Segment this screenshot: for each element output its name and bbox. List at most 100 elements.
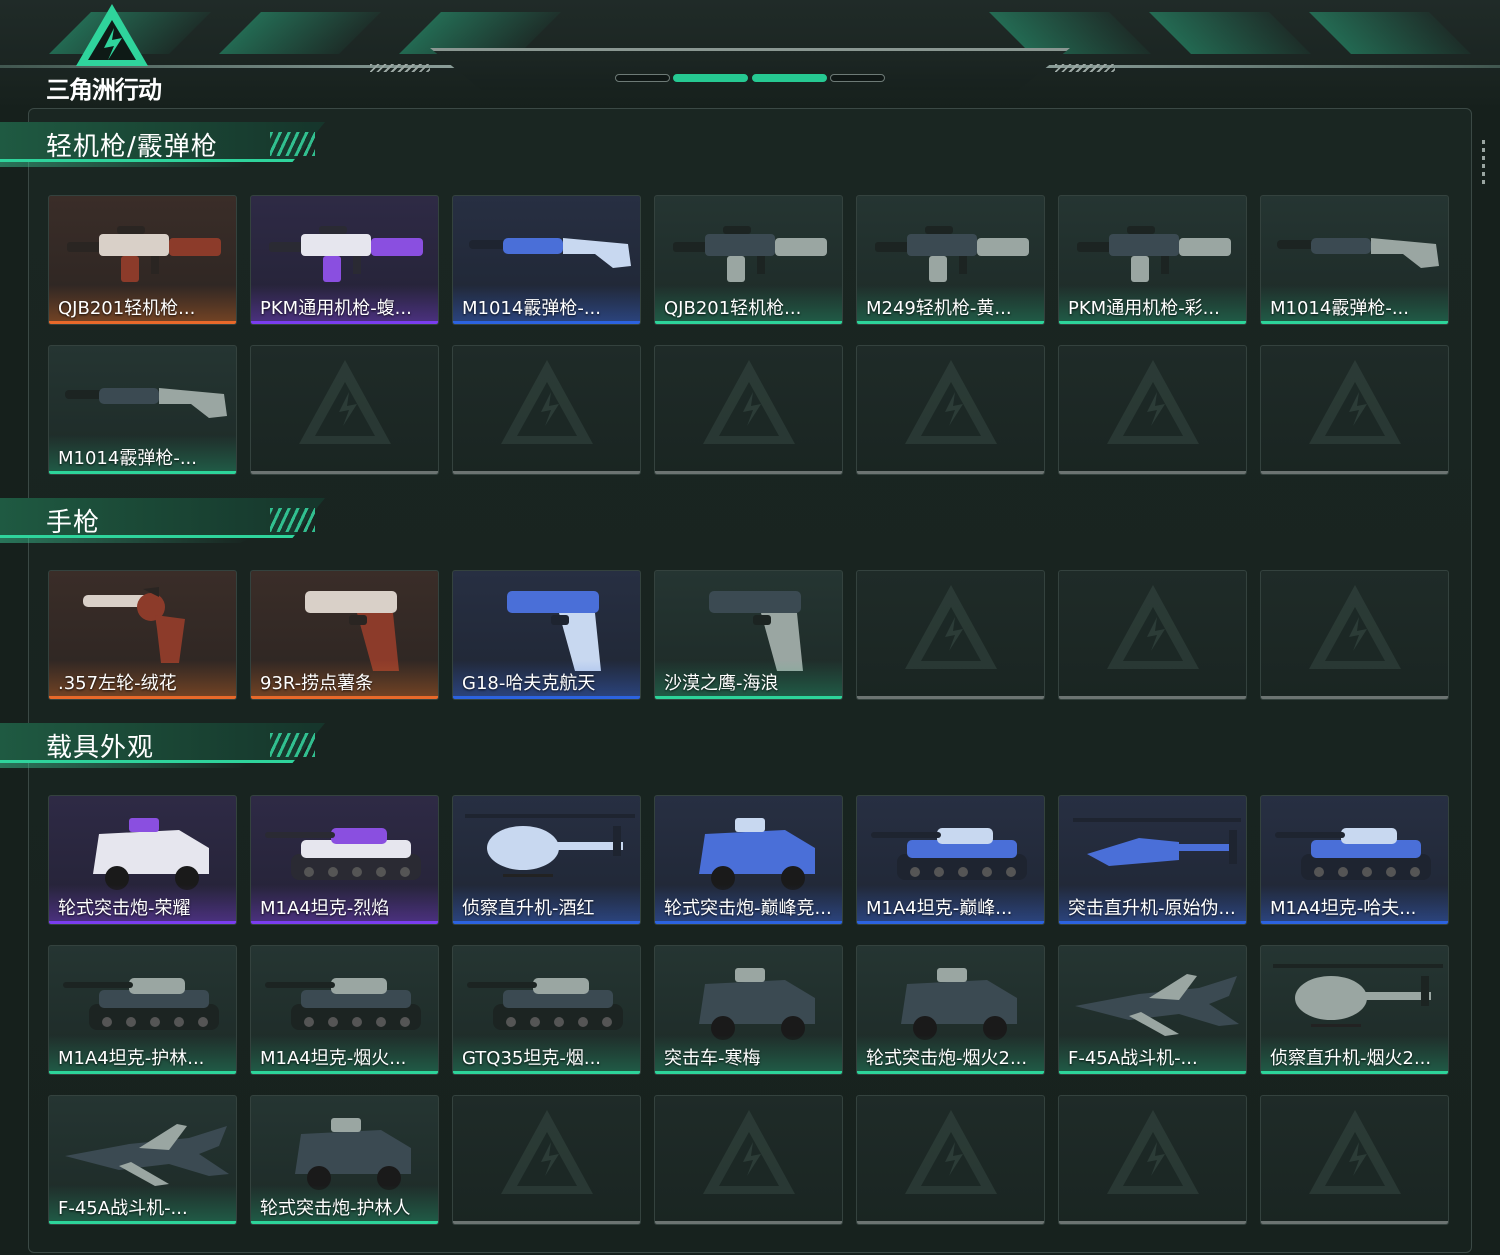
placeholder-triangle-icon — [1309, 360, 1401, 444]
item-card[interactable]: 沙漠之鹰-海浪 — [654, 570, 843, 700]
rarity-bar — [857, 696, 1044, 699]
rarity-bar — [655, 696, 842, 699]
item-name: M1014霰弹枪-... — [462, 298, 601, 319]
item-name: PKM通用机枪-彩... — [1068, 298, 1220, 319]
empty-slot — [1260, 1095, 1449, 1225]
item-card[interactable]: M1014霰弹枪-... — [1260, 195, 1449, 325]
rarity-bar — [49, 696, 236, 699]
rarity-bar — [1059, 321, 1246, 324]
rarity-bar — [655, 321, 842, 324]
item-name: F-45A战斗机-... — [1068, 1048, 1198, 1069]
rarity-bar — [1059, 471, 1246, 474]
item-card[interactable]: 突击车-寒梅 — [654, 945, 843, 1075]
item-card[interactable]: 轮式突击炮-护林人 — [250, 1095, 439, 1225]
placeholder-triangle-icon — [905, 360, 997, 444]
item-name: 沙漠之鹰-海浪 — [664, 673, 779, 694]
item-name: 93R-捞点薯条 — [260, 673, 374, 694]
item-card[interactable]: M1A4坦克-巅峰... — [856, 795, 1045, 925]
placeholder-triangle-icon — [501, 360, 593, 444]
rarity-bar — [49, 1221, 236, 1224]
rarity-bar — [251, 921, 438, 924]
header-stripe — [399, 12, 561, 54]
header-hatch — [1055, 64, 1115, 72]
rarity-bar — [857, 1071, 1044, 1074]
rarity-bar — [251, 696, 438, 699]
item-card[interactable]: M1A4坦克-护林... — [48, 945, 237, 1075]
header-stripe — [219, 12, 381, 54]
item-card[interactable]: F-45A战斗机-... — [48, 1095, 237, 1225]
item-card[interactable]: 侦察直升机-酒红 — [452, 795, 641, 925]
item-name: G18-哈夫克航天 — [462, 673, 596, 694]
item-card[interactable]: .357左轮-绒花 — [48, 570, 237, 700]
item-name: 轮式突击炮-荣耀 — [58, 898, 191, 919]
item-card[interactable]: PKM通用机枪-蝮... — [250, 195, 439, 325]
empty-slot — [452, 345, 641, 475]
empty-slot — [654, 1095, 843, 1225]
item-card[interactable]: G18-哈夫克航天 — [452, 570, 641, 700]
section-title: 轻机枪/霰弹枪 — [46, 132, 218, 162]
item-name: 突击直升机-原始伪... — [1068, 898, 1236, 919]
rarity-bar — [453, 921, 640, 924]
item-name: 侦察直升机-酒红 — [462, 898, 595, 919]
empty-slot — [654, 345, 843, 475]
rarity-bar — [1059, 921, 1246, 924]
item-card[interactable]: 轮式突击炮-烟火2... — [856, 945, 1045, 1075]
rarity-bar — [1261, 471, 1448, 474]
rarity-bar — [49, 1071, 236, 1074]
item-name: M249轻机枪-黄... — [866, 298, 1012, 319]
rarity-bar — [1059, 696, 1246, 699]
item-name: M1A4坦克-烟火... — [260, 1048, 407, 1069]
item-card[interactable]: M249轻机枪-黄... — [856, 195, 1045, 325]
item-name: 轮式突击炮-巅峰竞... — [664, 898, 832, 919]
placeholder-triangle-icon — [1107, 585, 1199, 669]
empty-slot — [856, 345, 1045, 475]
rarity-bar — [1261, 321, 1448, 324]
empty-slot — [856, 570, 1045, 700]
item-name: 侦察直升机-烟火2... — [1270, 1048, 1432, 1069]
item-card[interactable]: 轮式突击炮-巅峰竞... — [654, 795, 843, 925]
logo-text: 三角洲行动 — [46, 76, 162, 104]
item-card[interactable]: 轮式突击炮-荣耀 — [48, 795, 237, 925]
section-title: 载具外观 — [46, 733, 155, 763]
top-header: 三角洲行动 — [0, 0, 1500, 110]
header-center-bar — [430, 48, 1070, 90]
rarity-bar — [251, 471, 438, 474]
item-card[interactable]: QJB201轻机枪... — [654, 195, 843, 325]
empty-slot — [1058, 1095, 1247, 1225]
page-indicator — [615, 74, 670, 82]
item-name: M1A4坦克-哈夫... — [1270, 898, 1417, 919]
item-card[interactable]: GTQ35坦克-烟... — [452, 945, 641, 1075]
item-card[interactable]: 93R-捞点薯条 — [250, 570, 439, 700]
item-card[interactable]: M1014霰弹枪-... — [452, 195, 641, 325]
empty-slot — [1058, 570, 1247, 700]
rarity-bar — [857, 921, 1044, 924]
item-name: 轮式突击炮-护林人 — [260, 1198, 411, 1219]
rarity-bar — [1059, 1221, 1246, 1224]
item-card[interactable]: F-45A战斗机-... — [1058, 945, 1247, 1075]
item-card[interactable]: M1014霰弹枪-... — [48, 345, 237, 475]
item-name: M1A4坦克-烈焰 — [260, 898, 390, 919]
rarity-bar — [251, 321, 438, 324]
item-card[interactable]: 突击直升机-原始伪... — [1058, 795, 1247, 925]
item-card[interactable]: 侦察直升机-烟火2... — [1260, 945, 1449, 1075]
rarity-bar — [49, 921, 236, 924]
rarity-bar — [857, 471, 1044, 474]
item-card[interactable]: QJB201轻机枪... — [48, 195, 237, 325]
placeholder-triangle-icon — [1309, 585, 1401, 669]
empty-slot — [452, 1095, 641, 1225]
item-card[interactable]: M1A4坦克-哈夫... — [1260, 795, 1449, 925]
item-name: M1014霰弹枪-... — [1270, 298, 1409, 319]
empty-slot — [1260, 345, 1449, 475]
item-card[interactable]: M1A4坦克-烟火... — [250, 945, 439, 1075]
rarity-bar — [1261, 1071, 1448, 1074]
item-card[interactable]: PKM通用机枪-彩... — [1058, 195, 1247, 325]
scrollbar[interactable] — [1482, 140, 1485, 184]
rarity-bar — [1059, 1071, 1246, 1074]
item-card[interactable]: M1A4坦克-烈焰 — [250, 795, 439, 925]
header-stripe — [1309, 12, 1471, 54]
placeholder-triangle-icon — [1107, 360, 1199, 444]
game-logo: 三角洲行动 — [40, 0, 200, 106]
rarity-bar — [1261, 921, 1448, 924]
item-name: M1A4坦克-护林... — [58, 1048, 205, 1069]
placeholder-triangle-icon — [905, 1110, 997, 1194]
